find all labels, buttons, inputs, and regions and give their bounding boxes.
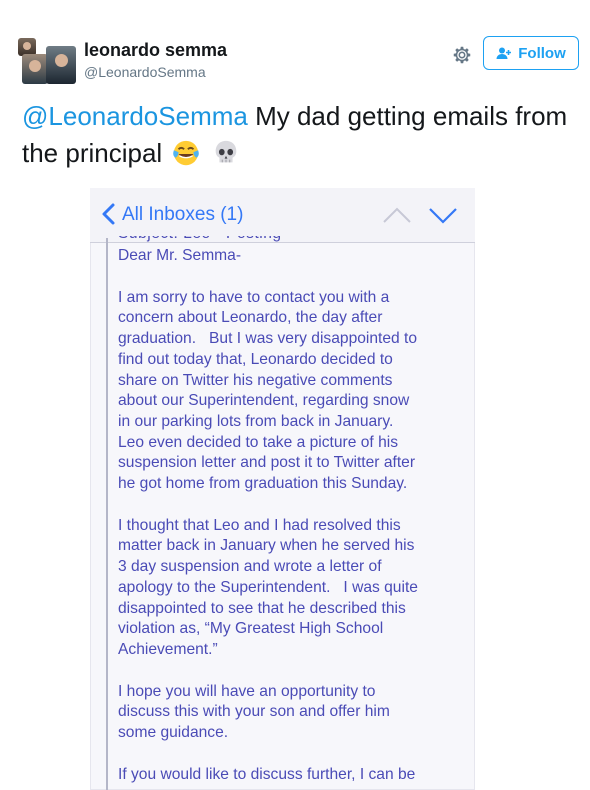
email-body: Subject: Leo - Posting Dear Mr. Semma- I… — [106, 236, 475, 790]
gear-icon[interactable] — [451, 44, 473, 66]
follow-label: Follow — [518, 44, 566, 62]
mail-nav-bar: All Inboxes (1) — [90, 188, 475, 243]
email-line: violation as, “My Greatest High School — [118, 620, 384, 638]
email-line: concern about Leonardo, the day after — [118, 309, 383, 327]
user-handle[interactable]: @LeonardoSemma — [84, 64, 206, 80]
email-subject-partial: Subject: Leo - Posting — [118, 236, 475, 246]
email-line: disappointed to see that he described th… — [118, 599, 406, 617]
email-line: share on Twitter his negative comments — [118, 371, 393, 389]
email-line: graduation. But I was very disappointed … — [118, 330, 418, 348]
email-line: If you would like to discuss further, I … — [118, 765, 416, 783]
email-line: Achievement.” — [118, 640, 218, 658]
email-line: matter back in January when he served hi… — [118, 537, 415, 555]
email-paragraph: I am sorry to have to contact you with a… — [118, 288, 475, 495]
email-line: some guidance. — [118, 724, 229, 742]
email-line: 3 day suspension and wrote a letter of — [118, 558, 382, 576]
email-paragraph: If you would like to discuss further, I … — [118, 765, 475, 786]
email-paragraph: I hope you will have an opportunity to di… — [118, 682, 475, 744]
chevron-up-icon[interactable] — [382, 206, 412, 224]
tears-of-joy-emoji — [173, 140, 200, 166]
avatar-photo-3 — [46, 46, 76, 84]
avatar[interactable] — [18, 38, 78, 84]
email-greeting: Dear Mr. Semma- — [118, 247, 242, 264]
skull-emoji — [215, 140, 236, 163]
email-line: discuss this with your son and offer him — [118, 703, 390, 721]
email-line: I am sorry to have to contact you with a — [118, 288, 390, 306]
all-inboxes-link[interactable]: All Inboxes (1) — [122, 204, 243, 226]
tweet-mention-link[interactable]: @LeonardoSemma — [22, 101, 248, 131]
email-line: about our Superintendent, regarding snow — [118, 392, 410, 410]
tweet-text: @LeonardoSemma My dad getting emails fro… — [22, 98, 582, 172]
email-screenshot: All Inboxes (1) Subject: Leo - Posting D… — [90, 188, 475, 790]
email-line: suspension letter and post it to Twitter… — [118, 454, 416, 472]
avatar-photo-2 — [22, 54, 48, 84]
email-line: find out today that, Leonardo decided to — [118, 350, 393, 368]
email-line: I thought that Leo and I had resolved th… — [118, 516, 401, 534]
email-line: Leo even decided to take a picture of hi… — [118, 433, 399, 451]
chevron-down-icon[interactable] — [428, 206, 458, 224]
email-line: apology to the Superintendent. I was qui… — [118, 578, 418, 596]
add-user-icon — [496, 47, 512, 59]
email-line: he got home from graduation this Sunday. — [118, 475, 408, 493]
email-paragraph: I thought that Leo and I had resolved th… — [118, 516, 475, 661]
email-line: in our parking lots from back in January… — [118, 412, 394, 430]
email-line: I hope you will have an opportunity to — [118, 682, 376, 700]
user-display-name[interactable]: leonardo semma — [84, 40, 227, 61]
chevron-left-icon[interactable] — [100, 202, 118, 226]
follow-button[interactable]: Follow — [483, 36, 579, 70]
